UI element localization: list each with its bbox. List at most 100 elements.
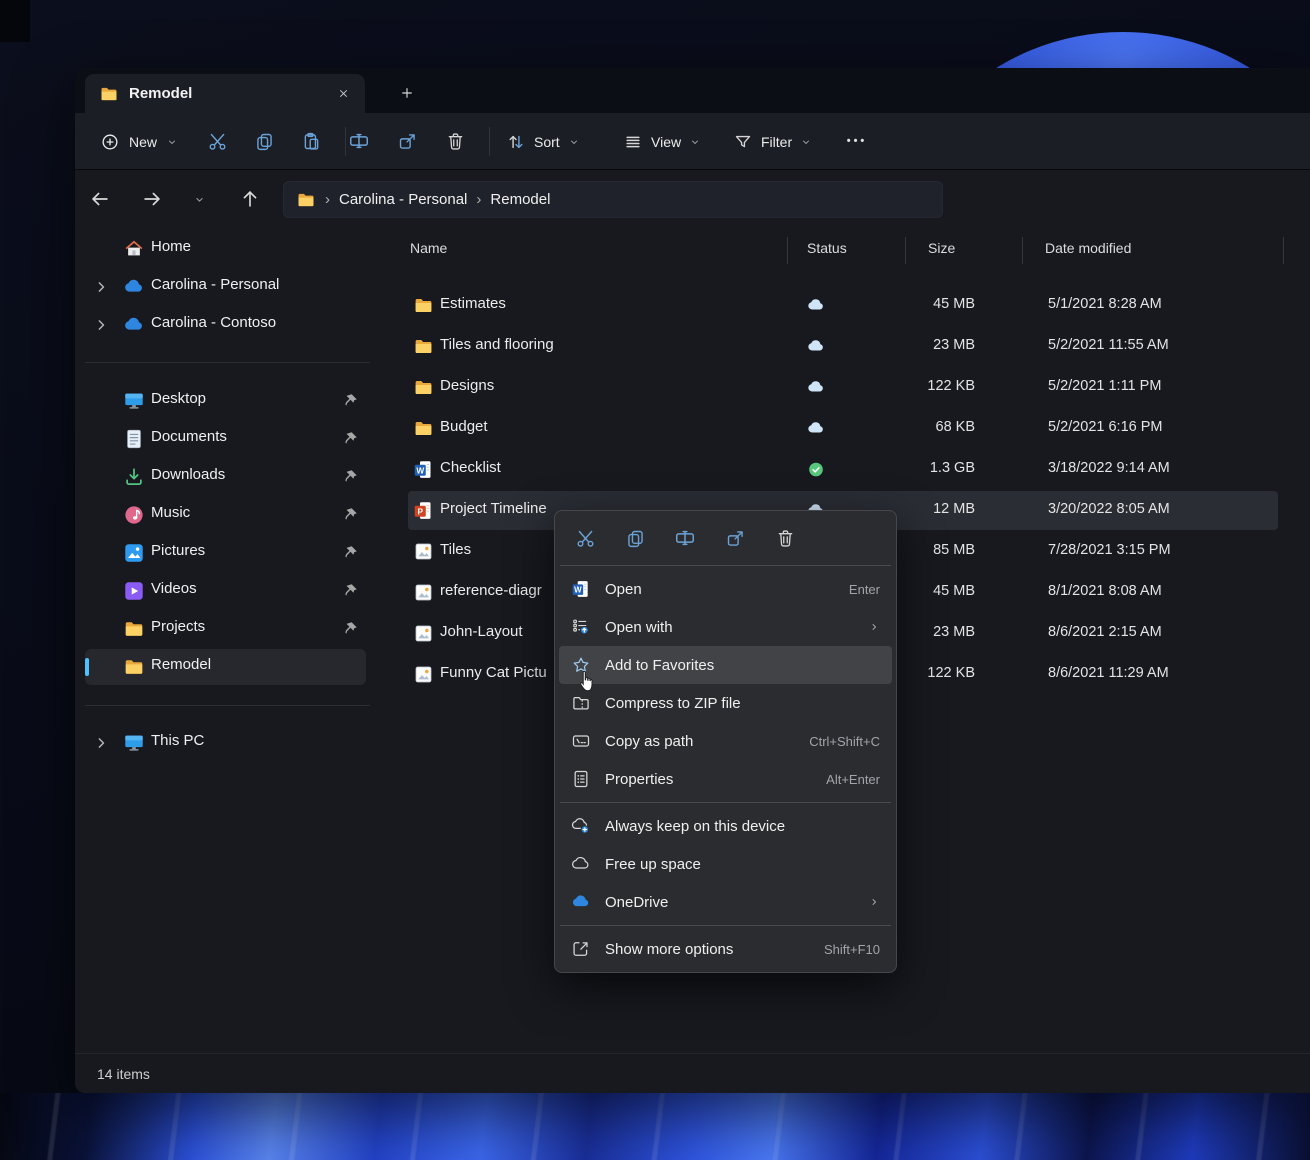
plus-circle-icon xyxy=(100,132,120,152)
expand-chevron-icon[interactable] xyxy=(91,277,111,297)
column-divider[interactable] xyxy=(1283,237,1284,264)
pin-icon xyxy=(341,620,359,638)
see-more-button[interactable]: ••• xyxy=(837,123,877,159)
rename-button[interactable] xyxy=(341,123,377,159)
expand-chevron-icon[interactable] xyxy=(91,733,111,753)
copy-button[interactable] xyxy=(246,123,282,159)
onedrive-icon xyxy=(571,892,591,912)
sidebar-item-carolina-personal[interactable]: Carolina - Personal xyxy=(75,268,380,306)
menu-divider xyxy=(560,925,891,926)
music-icon xyxy=(123,504,145,526)
navigation-pane: Home Carolina - Personal Carolina - Cont… xyxy=(75,228,380,1053)
breadcrumb-root[interactable]: Carolina - Personal xyxy=(339,191,467,208)
sidebar-item-home[interactable]: Home xyxy=(75,230,380,268)
view-label: View xyxy=(651,134,681,150)
address-bar[interactable]: › Carolina - Personal › Remodel xyxy=(283,181,943,218)
wallpaper-petals xyxy=(0,1093,1310,1160)
onedrive-cloud-icon xyxy=(123,314,145,336)
cloud-download-icon xyxy=(571,816,591,836)
delete-icon[interactable] xyxy=(767,520,803,556)
menu-item-onedrive[interactable]: OneDrive xyxy=(559,883,892,921)
share-button[interactable] xyxy=(389,123,425,159)
sidebar-item-this-pc[interactable]: This PC xyxy=(75,724,380,762)
folder-icon xyxy=(99,84,119,104)
word-file-icon xyxy=(413,459,434,480)
file-row-designs[interactable]: Designs 122 KB 5/2/2021 1:11 PM xyxy=(405,367,1310,408)
column-divider[interactable] xyxy=(787,237,788,264)
cut-icon[interactable] xyxy=(567,520,603,556)
paste-button[interactable] xyxy=(293,123,329,159)
file-row-budget[interactable]: Budget 68 KB 5/2/2021 6:16 PM xyxy=(405,408,1310,449)
pin-icon xyxy=(341,582,359,600)
column-divider[interactable] xyxy=(1022,237,1023,264)
sidebar-item-pictures[interactable]: Pictures xyxy=(75,534,380,572)
powerpoint-file-icon xyxy=(413,500,434,521)
forward-button[interactable] xyxy=(134,181,170,217)
open-with-icon xyxy=(571,617,591,637)
cloud-status-icon xyxy=(805,296,827,315)
pictures-icon xyxy=(123,542,145,564)
view-dropdown[interactable]: View xyxy=(615,124,709,159)
file-row-checklist[interactable]: Checklist 1.3 GB 3/18/2022 9:14 AM xyxy=(405,449,1310,490)
menu-item-compress-zip[interactable]: Compress to ZIP file xyxy=(559,684,892,722)
file-row-tiles-and-flooring[interactable]: Tiles and flooring 23 MB 5/2/2021 11:55 … xyxy=(405,326,1310,367)
expand-chevron-icon[interactable] xyxy=(91,315,111,335)
menu-item-properties[interactable]: Properties Alt+Enter xyxy=(559,760,892,798)
show-more-icon xyxy=(571,939,591,959)
sidebar-item-desktop[interactable]: Desktop xyxy=(75,382,380,420)
column-header-status[interactable]: Status xyxy=(807,240,847,256)
menu-item-show-more-options[interactable]: Show more options Shift+F10 xyxy=(559,930,892,968)
share-icon[interactable] xyxy=(717,520,753,556)
back-button[interactable] xyxy=(82,181,118,217)
image-file-icon xyxy=(413,582,434,603)
filter-dropdown[interactable]: Filter xyxy=(725,124,820,159)
sidebar-item-documents[interactable]: Documents xyxy=(75,420,380,458)
chevron-down-icon xyxy=(800,136,812,148)
filter-label: Filter xyxy=(761,134,792,150)
cloud-status-icon xyxy=(805,419,827,438)
column-divider[interactable] xyxy=(905,237,906,264)
word-app-icon xyxy=(571,579,591,599)
cut-button[interactable] xyxy=(199,123,235,159)
delete-button[interactable] xyxy=(437,123,473,159)
menu-item-open[interactable]: Open Enter xyxy=(559,570,892,608)
menu-item-free-up-space[interactable]: Free up space xyxy=(559,845,892,883)
context-menu: Open Enter Open with Add to Favorites Co… xyxy=(554,510,897,973)
column-header-name[interactable]: Name xyxy=(410,240,447,256)
menu-item-copy-as-path[interactable]: Copy as path Ctrl+Shift+C xyxy=(559,722,892,760)
menu-item-open-with[interactable]: Open with xyxy=(559,608,892,646)
recent-locations-button[interactable] xyxy=(186,186,212,212)
column-header-size[interactable]: Size xyxy=(928,240,955,256)
sort-dropdown[interactable]: Sort xyxy=(498,124,588,159)
file-row-estimates[interactable]: Estimates 45 MB 5/1/2021 8:28 AM xyxy=(405,285,1310,326)
filter-icon xyxy=(733,132,753,152)
new-button[interactable]: New xyxy=(90,124,188,159)
menu-item-add-to-favorites[interactable]: Add to Favorites xyxy=(559,646,892,684)
copy-icon[interactable] xyxy=(617,520,653,556)
more-icon: ••• xyxy=(847,135,868,147)
submenu-chevron-icon xyxy=(868,621,880,633)
chevron-down-icon xyxy=(689,136,701,148)
view-icon xyxy=(623,132,643,152)
tab-remodel[interactable]: Remodel xyxy=(85,74,365,113)
sidebar-item-projects[interactable]: Projects xyxy=(75,610,380,648)
quick-actions-row xyxy=(559,515,892,561)
breadcrumb-current[interactable]: Remodel xyxy=(490,191,550,208)
close-tab-button[interactable] xyxy=(331,82,355,106)
cloud-status-icon xyxy=(805,378,827,397)
chevron-down-icon xyxy=(166,136,178,148)
rename-icon[interactable] xyxy=(667,520,703,556)
folder-icon xyxy=(296,190,316,210)
column-header-date[interactable]: Date modified xyxy=(1045,240,1131,256)
sidebar-item-remodel[interactable]: Remodel xyxy=(75,648,380,686)
new-tab-button[interactable] xyxy=(393,79,421,107)
sidebar-item-downloads[interactable]: Downloads xyxy=(75,458,380,496)
up-button[interactable] xyxy=(232,181,268,217)
pin-icon xyxy=(341,468,359,486)
sidebar-item-videos[interactable]: Videos xyxy=(75,572,380,610)
sidebar-item-music[interactable]: Music xyxy=(75,496,380,534)
videos-icon xyxy=(123,580,145,602)
sidebar-item-carolina-contoso[interactable]: Carolina - Contoso xyxy=(75,306,380,344)
pin-icon xyxy=(341,544,359,562)
menu-item-always-keep-on-device[interactable]: Always keep on this device xyxy=(559,807,892,845)
